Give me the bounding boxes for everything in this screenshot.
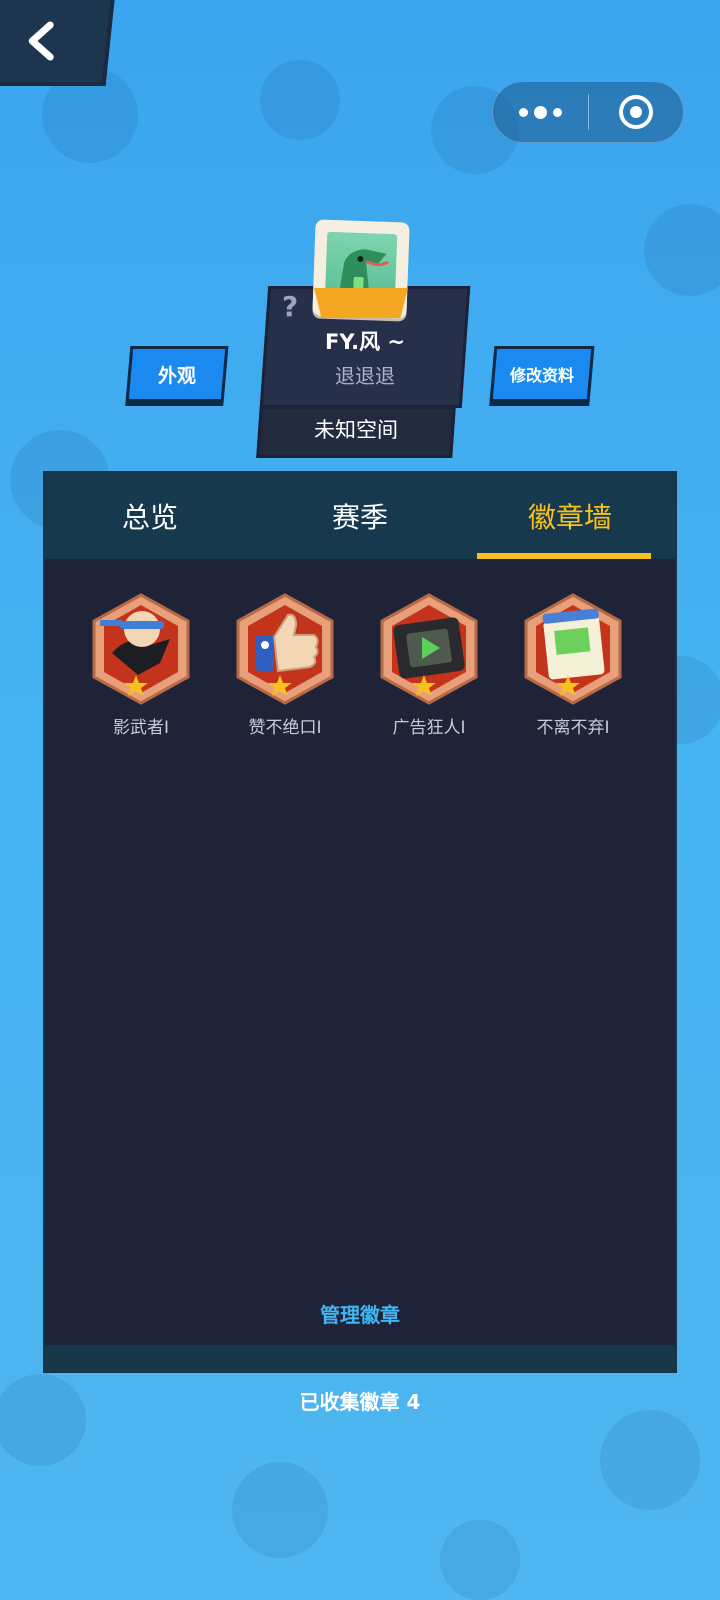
signature: 退退退 — [335, 364, 395, 388]
tab-season[interactable]: 赛季 — [255, 473, 465, 559]
tab-overview[interactable]: 总览 — [45, 473, 255, 559]
space-label: 未知空间 — [314, 418, 398, 442]
calendar-icon — [524, 593, 622, 705]
more-button[interactable] — [493, 105, 588, 119]
username: FY.风 ~ — [325, 330, 405, 354]
edit-profile-button[interactable]: 修改资料 — [489, 346, 595, 402]
appearance-button[interactable]: 外观 — [125, 346, 229, 402]
target-circle-icon — [618, 95, 653, 129]
tab-badge-wall[interactable]: 徽章墙 — [465, 473, 675, 559]
more-dots-icon — [518, 107, 528, 117]
badge-panel: 总览 赛季 徽章墙 影武者Ⅰ 赞不绝口Ⅰ 广告狂人Ⅰ 不离不弃Ⅰ 管理徽章 — [43, 471, 677, 1373]
avatar-ribbon — [314, 288, 408, 318]
back-button[interactable] — [0, 0, 115, 86]
thumbs-up-icon — [236, 593, 334, 705]
panel-footer — [45, 1345, 675, 1371]
badge-item[interactable]: 赞不绝口Ⅰ — [235, 593, 335, 738]
miniprogram-capsule — [492, 81, 684, 143]
badge-grid: 影武者Ⅰ 赞不绝口Ⅰ 广告狂人Ⅰ 不离不弃Ⅰ — [91, 593, 631, 738]
manage-badges-link[interactable]: 管理徽章 — [45, 1299, 675, 1328]
badge-label: 影武者Ⅰ — [112, 718, 169, 738]
badge-label: 广告狂人Ⅰ — [392, 718, 466, 738]
collected-count: 已收集徽章 4 — [299, 1390, 421, 1414]
film-play-icon — [380, 593, 478, 705]
chevron-left-icon — [28, 21, 54, 61]
badge-item[interactable]: 不离不弃Ⅰ — [523, 593, 623, 738]
badge-label: 不离不弃Ⅰ — [536, 718, 610, 738]
close-button[interactable] — [588, 93, 683, 131]
tab-bar: 总览 赛季 徽章墙 — [45, 473, 675, 559]
badge-item[interactable]: 影武者Ⅰ — [91, 593, 191, 738]
badge-item[interactable]: 广告狂人Ⅰ — [379, 593, 479, 738]
ninja-icon — [92, 593, 190, 705]
unknown-rank-icon: ? — [282, 290, 299, 323]
badge-label: 赞不绝口Ⅰ — [248, 718, 322, 738]
